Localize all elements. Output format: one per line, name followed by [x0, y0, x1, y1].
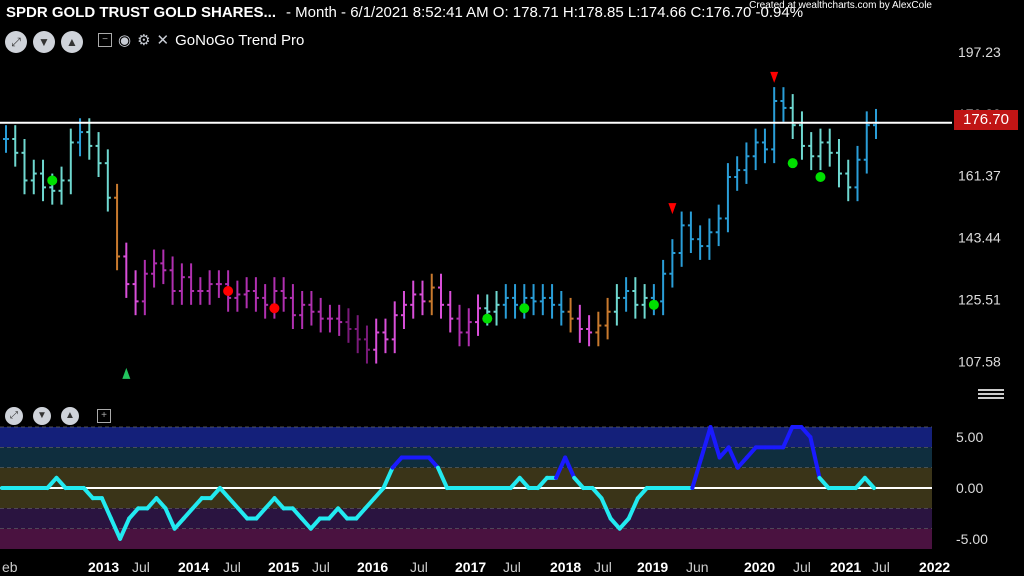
time-tick-label: Jun	[686, 559, 709, 575]
oscillator-axis: 5.00 0.00 -5.00	[956, 429, 988, 547]
study-toolbar: − ◉ ⚙ ✕ GoNoGo Trend Pro	[98, 31, 304, 49]
bar-info: - Month - 6/1/2021 8:52:41 AM O: 178.71 …	[286, 4, 804, 21]
oscillator-tick-label: 0.00	[956, 480, 983, 496]
close-icon[interactable]: ✕	[157, 31, 170, 49]
time-tick-label: 2014	[178, 559, 209, 575]
price-tick-label: 143.44	[958, 230, 1001, 246]
eye-icon[interactable]: ◉	[118, 31, 131, 49]
up-triangle-marker	[122, 367, 131, 379]
time-tick-label: 2021	[830, 559, 861, 575]
time-tick-label: 2018	[550, 559, 581, 575]
oscillator-band	[0, 447, 932, 468]
time-tick-label: Jul	[594, 559, 612, 575]
add-pane-icon[interactable]: +	[97, 409, 111, 423]
time-tick-label: Jul	[312, 559, 330, 575]
oscillator-band	[0, 528, 932, 549]
time-tick-label: Jul	[132, 559, 150, 575]
signal-dot	[269, 303, 280, 314]
time-tick-label: 2022	[919, 559, 950, 575]
signal-dot	[482, 313, 493, 324]
time-tick-label: 2020	[744, 559, 775, 575]
time-tick-label: eb	[2, 559, 18, 575]
price-axis: 197.23179.30161.37143.44125.51107.58	[958, 44, 1001, 370]
time-tick-label: Jul	[410, 559, 428, 575]
chart-header: SPDR GOLD TRUST GOLD SHARES... - Month - …	[6, 4, 803, 21]
time-tick-label: 2017	[455, 559, 486, 575]
price-tick-label: 161.37	[958, 168, 1001, 184]
signal-dot	[815, 172, 826, 182]
time-axis: eb 2013 Jul 2014 Jul 2015 Jul 2016 Jul 2017 Jul 201…	[0, 553, 1024, 576]
signal-dot	[519, 303, 530, 314]
oscillator-band	[0, 508, 932, 529]
oscillator-tick-label: 5.00	[956, 429, 983, 445]
oscillator-tick-label: -5.00	[956, 531, 988, 547]
collapse-icon[interactable]: −	[98, 33, 112, 47]
osc-settings-icon[interactable]: ⤢	[5, 407, 23, 425]
time-tick-label: 2019	[637, 559, 668, 575]
time-tick-label: 2015	[268, 559, 299, 575]
down-triangle-marker	[770, 71, 779, 83]
signal-dot	[648, 299, 659, 310]
signal-dot	[787, 158, 798, 169]
menu-icon[interactable]	[978, 387, 1004, 403]
time-tick-label: Jul	[872, 559, 890, 575]
chevron-down-icon[interactable]: ▼	[33, 31, 55, 53]
settings-icon[interactable]: ⤢	[5, 31, 27, 53]
time-tick-label: 2013	[88, 559, 119, 575]
time-tick-label: Jul	[223, 559, 241, 575]
chart-canvas[interactable]: 197.23179.30161.37143.44125.51107.58 5.0…	[0, 0, 1024, 576]
oscillator-band	[0, 488, 932, 509]
osc-chevron-down-icon[interactable]: ▼	[33, 407, 51, 425]
time-tick-label: 2016	[357, 559, 388, 575]
time-tick-label: Jul	[503, 559, 521, 575]
time-tick-label: Jul	[793, 559, 811, 575]
price-bars	[3, 87, 879, 364]
price-tick-label: 107.58	[958, 354, 1001, 370]
oscillator-band	[0, 467, 932, 488]
down-triangle-marker	[668, 203, 677, 215]
signal-dot	[47, 175, 58, 186]
chevron-up-icon[interactable]: ▲	[61, 31, 83, 53]
osc-chevron-up-icon[interactable]: ▲	[61, 407, 79, 425]
study-name: GoNoGo Trend Pro	[175, 31, 305, 49]
credit-text: Created at wealthcharts.com by AlexCole	[749, 0, 932, 11]
signal-dot	[223, 286, 234, 296]
price-tick-label: 197.23	[958, 44, 1001, 60]
price-tick-label: 125.51	[958, 292, 1001, 308]
symbol-title: SPDR GOLD TRUST GOLD SHARES...	[6, 4, 277, 21]
last-price-label: 176.70	[954, 110, 1018, 130]
gear-icon[interactable]: ⚙	[137, 31, 150, 49]
